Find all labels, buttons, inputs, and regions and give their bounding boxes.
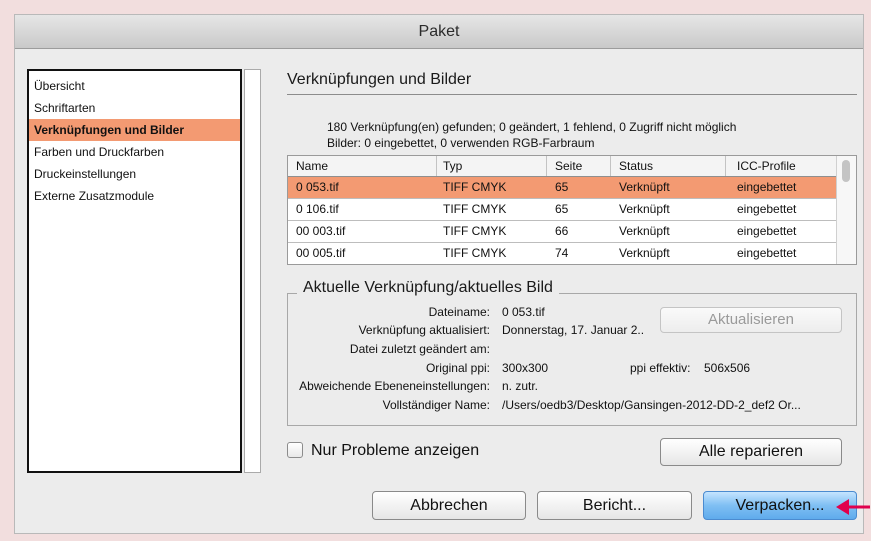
package-button[interactable]: Verpacken... — [703, 491, 857, 520]
column-header-status[interactable]: Status — [619, 156, 653, 176]
package-dialog: Paket Übersicht Schriftarten Verknüpfung… — [14, 14, 864, 534]
cell-type: TIFF CMYK — [443, 246, 507, 260]
table-header: Name Typ Seite Status ICC-Profile — [288, 156, 836, 177]
category-list: Übersicht Schriftarten Verknüpfungen und… — [27, 69, 242, 473]
window-title: Paket — [15, 15, 863, 49]
cell-type: TIFF CMYK — [443, 180, 507, 194]
table-scrollbar-thumb[interactable] — [842, 160, 850, 182]
sidebar-scrollbar[interactable] — [244, 69, 261, 473]
cell-status: Verknüpft — [619, 224, 670, 238]
cell-page: 74 — [555, 246, 569, 260]
column-divider — [436, 156, 437, 176]
sidebar-item-overview[interactable]: Übersicht — [29, 75, 240, 97]
sidebar-item-plugins[interactable]: Externe Zusatzmodule — [29, 185, 240, 207]
column-divider — [725, 156, 726, 176]
current-link-title: Aktuelle Verknüpfung/aktuelles Bild — [297, 279, 559, 297]
layer-override-value: n. zutr. — [502, 379, 539, 393]
cell-status: Verknüpft — [619, 246, 670, 260]
column-header-type[interactable]: Typ — [443, 156, 462, 176]
filename-value: 0 053.tif — [502, 305, 545, 319]
effective-ppi-label: ppi effektiv: — [630, 361, 691, 375]
column-divider — [610, 156, 611, 176]
section-title: Verknüpfungen und Bilder — [287, 71, 472, 88]
sidebar-item-print-settings[interactable]: Druckeinstellungen — [29, 163, 240, 185]
repair-all-button[interactable]: Alle reparieren — [660, 438, 842, 466]
column-header-page[interactable]: Seite — [555, 156, 582, 176]
cancel-button[interactable]: Abbrechen — [372, 491, 526, 520]
original-ppi-label: Original ppi: — [425, 361, 490, 375]
cell-name: 0 106.tif — [296, 202, 339, 216]
link-updated-label: Verknüpfung aktualisiert: — [358, 323, 490, 337]
effective-ppi-value: 506x506 — [704, 361, 751, 375]
full-path-value: /Users/oedb3/Desktop/Gansingen-2012-DD-2… — [502, 398, 801, 412]
sidebar-item-fonts[interactable]: Schriftarten — [29, 97, 240, 119]
original-ppi-value: 300x300 — [502, 361, 549, 375]
report-button[interactable]: Bericht... — [537, 491, 692, 520]
links-table: Name Typ Seite Status ICC-Profile 0 053.… — [287, 155, 857, 265]
cell-icc: eingebettet — [737, 246, 797, 260]
cell-status: Verknüpft — [619, 180, 670, 194]
file-modified-label: Datei zuletzt geändert am: — [349, 342, 490, 356]
column-header-icc[interactable]: ICC-Profile — [737, 156, 796, 176]
cell-page: 65 — [555, 202, 569, 216]
cell-icc: eingebettet — [737, 180, 797, 194]
table-row[interactable]: 0 053.tif TIFF CMYK 65 Verknüpft eingebe… — [288, 177, 836, 199]
sidebar-item-links-images[interactable]: Verknüpfungen und Bilder — [29, 119, 240, 141]
links-summary: 180 Verknüpfung(en) gefunden; 0 geändert… — [327, 119, 736, 151]
cell-page: 66 — [555, 224, 569, 238]
table-row[interactable]: 00 005.tif TIFF CMYK 74 Verknüpft eingeb… — [288, 243, 836, 264]
cell-type: TIFF CMYK — [443, 224, 507, 238]
full-path-label: Vollständiger Name: — [382, 398, 490, 412]
section-divider — [287, 94, 857, 95]
update-button[interactable]: Aktualisieren — [660, 307, 842, 333]
column-divider — [546, 156, 547, 176]
sidebar-item-colors-inks[interactable]: Farben und Druckfarben — [29, 141, 240, 163]
table-scrollbar[interactable] — [836, 156, 856, 264]
summary-line-images: Bilder: 0 eingebettet, 0 verwenden RGB-F… — [327, 136, 595, 150]
annotation-arrow-icon — [836, 499, 870, 515]
filename-label: Dateiname: — [428, 305, 490, 319]
summary-line-links: 180 Verknüpfung(en) gefunden; 0 geändert… — [327, 120, 737, 134]
cell-icc: eingebettet — [737, 202, 797, 216]
cell-name: 00 003.tif — [296, 224, 346, 238]
only-problems-checkbox[interactable] — [287, 442, 303, 458]
table-row[interactable]: 00 003.tif TIFF CMYK 66 Verknüpft eingeb… — [288, 221, 836, 243]
cell-name: 00 005.tif — [296, 246, 346, 260]
column-header-name[interactable]: Name — [296, 156, 328, 176]
cell-status: Verknüpft — [619, 202, 670, 216]
cell-page: 65 — [555, 180, 569, 194]
only-problems-label[interactable]: Nur Probleme anzeigen — [311, 442, 479, 460]
cell-name: 0 053.tif — [296, 180, 339, 194]
cell-type: TIFF CMYK — [443, 202, 507, 216]
layer-override-label: Abweichende Ebeneneinstellungen: — [299, 379, 490, 393]
cell-icc: eingebettet — [737, 224, 797, 238]
link-updated-value: Donnerstag, 17. Januar 2.. — [502, 323, 645, 337]
table-row[interactable]: 0 106.tif TIFF CMYK 65 Verknüpft eingebe… — [288, 199, 836, 221]
